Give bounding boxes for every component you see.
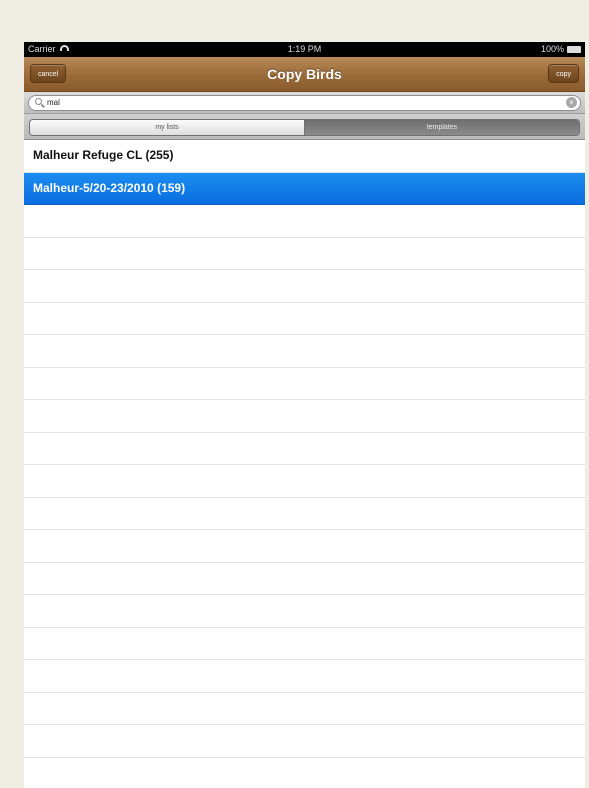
segmented-control: my lists templates [29, 119, 580, 136]
empty-row [24, 303, 585, 335]
search-input[interactable] [47, 96, 547, 110]
empty-row [24, 400, 585, 433]
segment-bar: my lists templates [24, 114, 585, 140]
cancel-button[interactable]: cancel [30, 64, 67, 83]
empty-row [24, 433, 585, 465]
segment-my-lists[interactable]: my lists [30, 120, 305, 135]
status-bar: Carrier 1:19 PM 100% [24, 42, 585, 57]
empty-row [24, 595, 585, 628]
battery-icon [567, 46, 581, 53]
search-icon [35, 98, 42, 105]
search-field[interactable]: × [28, 95, 581, 111]
empty-row [24, 238, 585, 270]
navigation-bar: Copy Birds cancel copy [24, 57, 585, 92]
empty-row [24, 628, 585, 660]
segment-templates[interactable]: templates [305, 120, 579, 135]
empty-row [24, 465, 585, 498]
empty-row [24, 563, 585, 595]
status-time: 1:19 PM [287, 44, 322, 54]
app-window: Carrier 1:19 PM 100% Copy Birds cancel c… [24, 42, 585, 788]
empty-row [24, 368, 585, 400]
bird-list: Malheur Refuge CL (255) Malheur-5/20-23/… [24, 140, 585, 788]
battery-label: 100% [540, 44, 564, 54]
empty-row [24, 530, 585, 563]
clear-search-icon[interactable]: × [566, 97, 577, 108]
search-bar: × [24, 92, 585, 114]
list-item-selected[interactable]: Malheur-5/20-23/2010 (159) [24, 172, 585, 205]
empty-row [24, 758, 585, 788]
empty-row [24, 270, 585, 303]
empty-row [24, 725, 585, 758]
empty-row [24, 205, 585, 238]
empty-row [24, 660, 585, 693]
page-title: Copy Birds [267, 66, 342, 82]
battery-status: 100% [541, 42, 581, 57]
empty-row [24, 335, 585, 368]
empty-row [24, 693, 585, 725]
copy-button[interactable]: copy [548, 64, 579, 83]
empty-row [24, 498, 585, 530]
list-item[interactable]: Malheur Refuge CL (255) [24, 140, 585, 173]
